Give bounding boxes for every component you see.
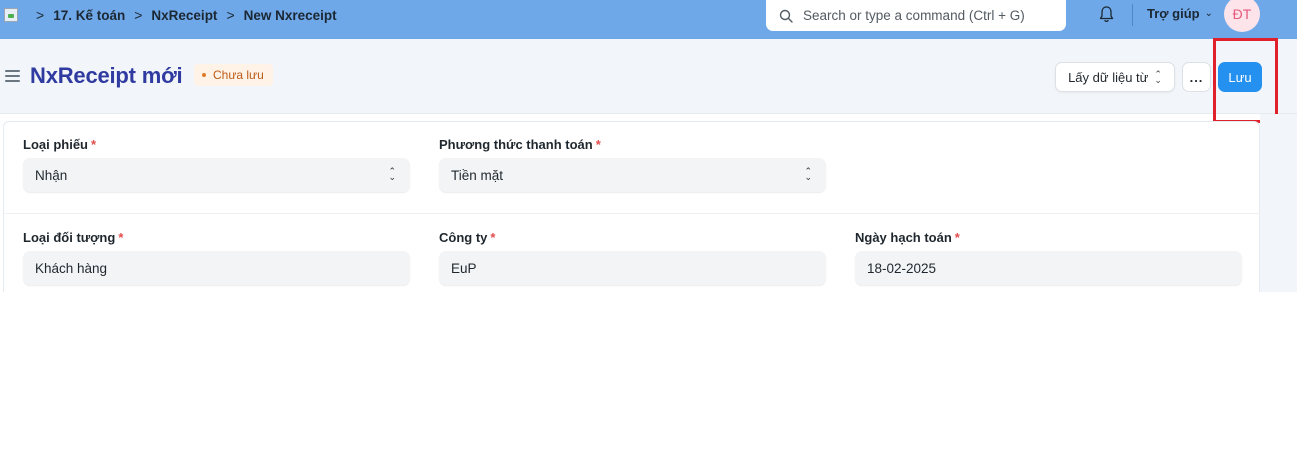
breadcrumb-item-module[interactable]: 17. Kế toán [53,8,125,23]
side-gutter [1260,114,1297,292]
top-navbar: > 17. Kế toán > NxReceipt > New Nxreceip… [0,0,1297,39]
fetch-from-label: Lấy dữ liệu từ [1068,69,1149,85]
select-arrows-icon: ⌃ ⌄ [388,166,396,182]
search-input[interactable]: Search or type a command (Ctrl + G) [766,0,1066,31]
search-placeholder: Search or type a command (Ctrl + G) [803,8,1025,23]
breadcrumb: > 17. Kế toán > NxReceipt > New Nxreceip… [30,0,337,30]
fetch-from-button[interactable]: Lấy dữ liệu từ ⌃ ⌄ [1055,62,1175,92]
breadcrumb-item-current[interactable]: New Nxreceipt [244,8,337,23]
voucher-type-select[interactable]: Nhận ⌃ ⌄ [23,158,410,192]
sidebar-toggle-icon[interactable] [5,70,20,85]
payment-method-select[interactable]: Tiền mặt ⌃ ⌄ [439,158,826,192]
posting-date-label: Ngày hạch toán * [855,230,960,245]
section-divider [3,213,1260,214]
chevron-right-icon: > [226,7,235,23]
voucher-type-label: Loại phiếu * [23,137,97,152]
status-badge-label: Chưa lưu [213,68,264,82]
voucher-type-value: Nhận [35,167,68,183]
party-type-value: Khách hàng [35,260,108,276]
help-label: Trợ giúp [1147,6,1200,21]
posting-date-value: 18-02-2025 [867,260,937,276]
page-title: NxReceipt mới [30,63,183,88]
payment-method-value: Tiền mặt [451,167,504,183]
help-dropdown[interactable]: Trợ giúp ⌄ [1147,6,1213,21]
party-type-label: Loại đối tượng * [23,230,124,245]
posting-date-field[interactable]: 18-02-2025 [855,251,1242,285]
chevron-down-icon: ⌄ [1204,8,1213,19]
navbar-divider [1132,4,1133,26]
breadcrumb-item-doctype[interactable]: NxReceipt [151,8,217,23]
chevron-right-icon: > [134,7,143,23]
select-arrows-icon: ⌃ ⌄ [1154,69,1162,85]
more-actions-button[interactable]: ... [1182,62,1211,92]
company-label: Công ty * [439,230,496,245]
app-logo-icon[interactable] [4,8,18,22]
avatar[interactable]: ĐT [1224,0,1260,32]
payment-method-label: Phương thức thanh toán * [439,137,601,152]
page-header: NxReceipt mới Chưa lưu Lấy dữ liệu từ ⌃ ⌄… [0,39,1297,114]
chevron-right-icon: > [36,7,45,23]
company-field[interactable]: EuP [439,251,826,285]
search-icon [779,9,793,23]
notification-bell-icon[interactable] [1098,5,1115,24]
select-arrows-icon: ⌃ ⌄ [804,166,812,182]
status-badge: Chưa lưu [194,64,273,86]
save-button[interactable]: Lưu [1218,62,1262,92]
party-type-field[interactable]: Khách hàng [23,251,410,285]
company-value: EuP [451,260,477,276]
status-dot-icon [202,73,206,77]
